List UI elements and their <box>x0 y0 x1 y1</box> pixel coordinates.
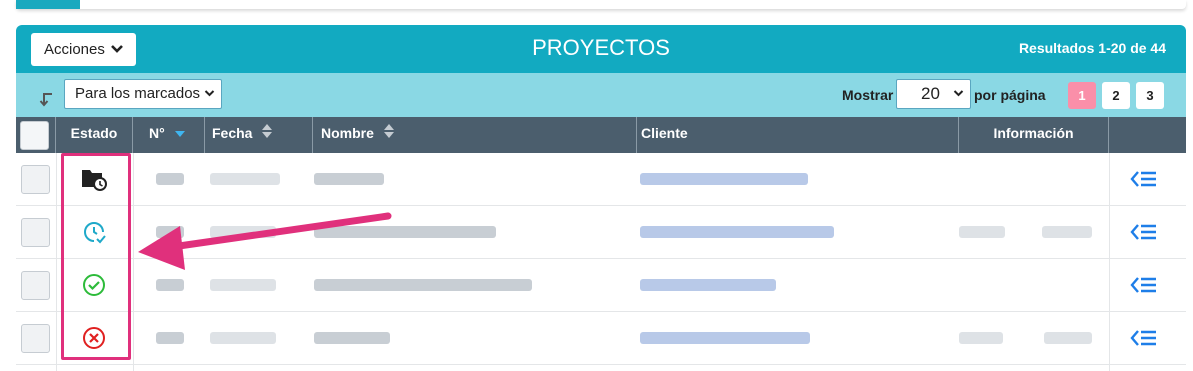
annotation-arrow-icon <box>138 212 392 270</box>
